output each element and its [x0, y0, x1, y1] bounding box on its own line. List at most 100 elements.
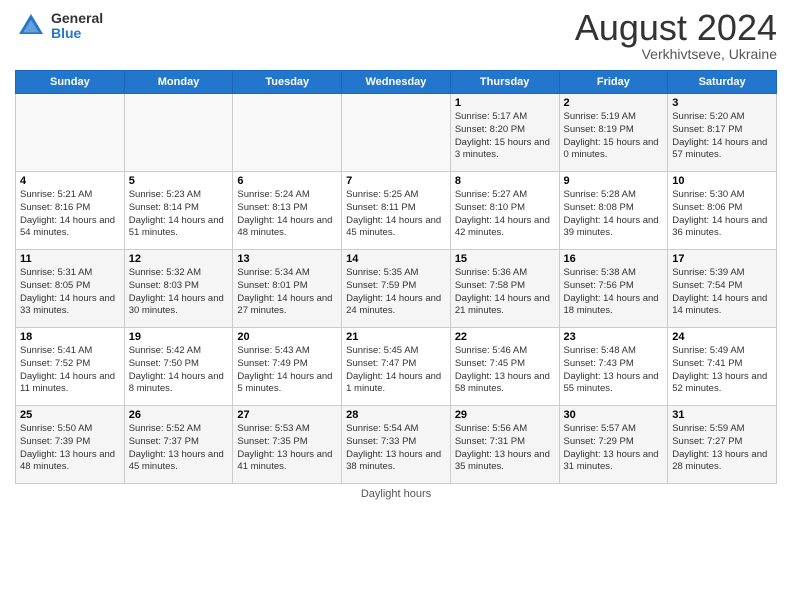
footer-note: Daylight hours	[15, 488, 777, 500]
day-info: Sunrise: 5:45 AMSunset: 7:47 PMDaylight:…	[346, 345, 446, 396]
calendar-cell: 20 Sunrise: 5:43 AMSunset: 7:49 PMDayligh…	[233, 328, 342, 406]
calendar-cell: 28 Sunrise: 5:54 AMSunset: 7:33 PMDayligh…	[342, 406, 451, 484]
calendar-cell: 12Sunrise: 5:32 AMSunset: 8:03 PMDayligh…	[124, 250, 233, 328]
calendar-table: SundayMondayTuesdayWednesdayThursdayFrid…	[15, 70, 777, 484]
day-number: 10	[672, 175, 772, 187]
day-info: Sunrise: 5:20 AMSunset: 8:17 PMDaylight:…	[672, 111, 772, 162]
day-info: Sunrise: 5:42 AMSunset: 7:50 PMDaylight:…	[129, 345, 229, 396]
calendar-cell: 24Sunrise: 5:49 AMSunset: 7:41 PMDayligh…	[668, 328, 777, 406]
calendar-cell	[124, 94, 233, 172]
day-number: 20	[237, 331, 337, 343]
day-info: Sunrise: 5:35 AMSunset: 7:59 PMDaylight:…	[346, 267, 446, 318]
day-info: Sunrise: 5:52 AMSunset: 7:37 PMDaylight:…	[129, 423, 229, 474]
calendar-cell: 26Sunrise: 5:52 AMSunset: 7:37 PMDayligh…	[124, 406, 233, 484]
day-number: 17	[672, 253, 772, 265]
calendar-week-row: 25 Sunrise: 5:50 AMSunset: 7:39 PMDayligh…	[16, 406, 777, 484]
calendar-cell: 23Sunrise: 5:48 AMSunset: 7:43 PMDayligh…	[559, 328, 668, 406]
title-section: August 2024 Verkhivtseve, Ukraine	[575, 10, 777, 62]
daylight-label: Daylight hours	[361, 488, 431, 500]
calendar-cell	[233, 94, 342, 172]
day-info: Sunrise: 5:38 AMSunset: 7:56 PMDaylight:…	[564, 267, 664, 318]
header: General Blue August 2024 Verkhivtseve, U…	[15, 10, 777, 62]
day-number: 23	[564, 331, 664, 343]
day-info: Sunrise: 5:19 AMSunset: 8:19 PMDaylight:…	[564, 111, 664, 162]
day-number: 19	[129, 331, 229, 343]
calendar-cell: 5 Sunrise: 5:23 AMSunset: 8:14 PMDaylight…	[124, 172, 233, 250]
calendar-cell: 16 Sunrise: 5:38 AMSunset: 7:56 PMDayligh…	[559, 250, 668, 328]
calendar-cell: 7 Sunrise: 5:25 AMSunset: 8:11 PMDaylight…	[342, 172, 451, 250]
calendar-cell	[342, 94, 451, 172]
day-info: Sunrise: 5:34 AMSunset: 8:01 PMDaylight:…	[237, 267, 337, 318]
day-info: Sunrise: 5:27 AMSunset: 8:10 PMDaylight:…	[455, 189, 555, 240]
calendar-header-row: SundayMondayTuesdayWednesdayThursdayFrid…	[16, 71, 777, 94]
logo-icon	[15, 10, 47, 42]
calendar-cell: 6Sunrise: 5:24 AMSunset: 8:13 PMDaylight…	[233, 172, 342, 250]
day-number: 5	[129, 175, 229, 187]
day-number: 30	[564, 409, 664, 421]
calendar-cell: 31 Sunrise: 5:59 AMSunset: 7:27 PMDayligh…	[668, 406, 777, 484]
calendar-cell: 11Sunrise: 5:31 AMSunset: 8:05 PMDayligh…	[16, 250, 125, 328]
calendar-cell: 30 Sunrise: 5:57 AMSunset: 7:29 PMDayligh…	[559, 406, 668, 484]
day-number: 29	[455, 409, 555, 421]
calendar-day-header: Thursday	[450, 71, 559, 94]
month-title: August 2024	[575, 10, 777, 46]
calendar-cell: 14 Sunrise: 5:35 AMSunset: 7:59 PMDayligh…	[342, 250, 451, 328]
logo: General Blue	[15, 10, 103, 42]
day-info: Sunrise: 5:36 AMSunset: 7:58 PMDaylight:…	[455, 267, 555, 318]
day-number: 28	[346, 409, 446, 421]
calendar-cell: 8 Sunrise: 5:27 AMSunset: 8:10 PMDaylight…	[450, 172, 559, 250]
day-info: Sunrise: 5:30 AMSunset: 8:06 PMDaylight:…	[672, 189, 772, 240]
calendar-cell: 29 Sunrise: 5:56 AMSunset: 7:31 PMDayligh…	[450, 406, 559, 484]
day-info: Sunrise: 5:23 AMSunset: 8:14 PMDaylight:…	[129, 189, 229, 240]
day-info: Sunrise: 5:56 AMSunset: 7:31 PMDaylight:…	[455, 423, 555, 474]
calendar-cell: 3 Sunrise: 5:20 AMSunset: 8:17 PMDaylight…	[668, 94, 777, 172]
day-number: 21	[346, 331, 446, 343]
logo-text: General Blue	[51, 11, 103, 42]
day-number: 13	[237, 253, 337, 265]
calendar-day-header: Tuesday	[233, 71, 342, 94]
calendar-week-row: 1Sunrise: 5:17 AMSunset: 8:20 PMDaylight…	[16, 94, 777, 172]
page: General Blue August 2024 Verkhivtseve, U…	[0, 0, 792, 612]
day-info: Sunrise: 5:59 AMSunset: 7:27 PMDaylight:…	[672, 423, 772, 474]
day-number: 18	[20, 331, 120, 343]
calendar-cell: 13 Sunrise: 5:34 AMSunset: 8:01 PMDayligh…	[233, 250, 342, 328]
day-number: 8	[455, 175, 555, 187]
day-number: 14	[346, 253, 446, 265]
day-number: 27	[237, 409, 337, 421]
calendar-week-row: 18 Sunrise: 5:41 AMSunset: 7:52 PMDayligh…	[16, 328, 777, 406]
location: Verkhivtseve, Ukraine	[575, 46, 777, 62]
day-info: Sunrise: 5:50 AMSunset: 7:39 PMDaylight:…	[20, 423, 120, 474]
calendar-day-header: Wednesday	[342, 71, 451, 94]
day-info: Sunrise: 5:21 AMSunset: 8:16 PMDaylight:…	[20, 189, 120, 240]
day-info: Sunrise: 5:41 AMSunset: 7:52 PMDaylight:…	[20, 345, 120, 396]
calendar-day-header: Monday	[124, 71, 233, 94]
day-info: Sunrise: 5:53 AMSunset: 7:35 PMDaylight:…	[237, 423, 337, 474]
calendar-week-row: 11Sunrise: 5:31 AMSunset: 8:05 PMDayligh…	[16, 250, 777, 328]
day-info: Sunrise: 5:54 AMSunset: 7:33 PMDaylight:…	[346, 423, 446, 474]
calendar-cell: 17 Sunrise: 5:39 AMSunset: 7:54 PMDayligh…	[668, 250, 777, 328]
calendar-cell: 1Sunrise: 5:17 AMSunset: 8:20 PMDaylight…	[450, 94, 559, 172]
day-info: Sunrise: 5:17 AMSunset: 8:20 PMDaylight:…	[455, 111, 555, 162]
day-number: 7	[346, 175, 446, 187]
logo-general-text: General	[51, 11, 103, 26]
day-number: 22	[455, 331, 555, 343]
calendar-cell: 2Sunrise: 5:19 AMSunset: 8:19 PMDaylight…	[559, 94, 668, 172]
calendar-day-header: Friday	[559, 71, 668, 94]
calendar-cell: 22Sunrise: 5:46 AMSunset: 7:45 PMDayligh…	[450, 328, 559, 406]
day-number: 12	[129, 253, 229, 265]
day-number: 3	[672, 97, 772, 109]
calendar-cell: 19 Sunrise: 5:42 AMSunset: 7:50 PMDayligh…	[124, 328, 233, 406]
calendar-cell: 27 Sunrise: 5:53 AMSunset: 7:35 PMDayligh…	[233, 406, 342, 484]
day-info: Sunrise: 5:25 AMSunset: 8:11 PMDaylight:…	[346, 189, 446, 240]
day-info: Sunrise: 5:57 AMSunset: 7:29 PMDaylight:…	[564, 423, 664, 474]
day-info: Sunrise: 5:43 AMSunset: 7:49 PMDaylight:…	[237, 345, 337, 396]
calendar-cell: 18 Sunrise: 5:41 AMSunset: 7:52 PMDayligh…	[16, 328, 125, 406]
calendar-week-row: 4Sunrise: 5:21 AMSunset: 8:16 PMDaylight…	[16, 172, 777, 250]
calendar-cell: 10 Sunrise: 5:30 AMSunset: 8:06 PMDayligh…	[668, 172, 777, 250]
calendar-cell	[16, 94, 125, 172]
day-number: 16	[564, 253, 664, 265]
day-number: 6	[237, 175, 337, 187]
day-number: 31	[672, 409, 772, 421]
day-number: 25	[20, 409, 120, 421]
day-info: Sunrise: 5:39 AMSunset: 7:54 PMDaylight:…	[672, 267, 772, 318]
